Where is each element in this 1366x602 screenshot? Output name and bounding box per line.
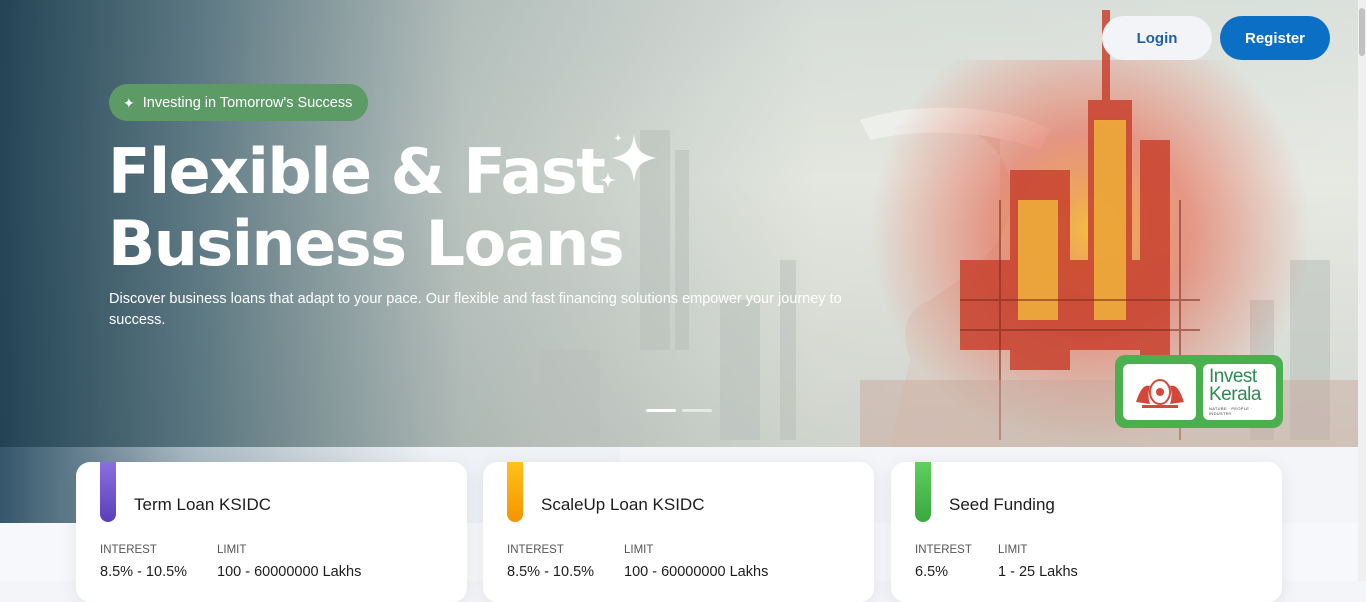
sparkle-icon: ✦ — [123, 94, 135, 111]
kerala-emblem-icon — [1135, 379, 1184, 408]
invest-kerala-logo: Invest Kerala NATURE · PEOPLE · INDUSTRY — [1203, 364, 1276, 420]
hero-subtext: Discover business loans that adapt to yo… — [109, 291, 842, 328]
card-title: Term Loan KSIDC — [134, 495, 271, 514]
limit-label: LIMIT — [624, 544, 654, 556]
interest-label: INTEREST — [100, 544, 157, 556]
card-accent-bar — [100, 462, 116, 522]
interest-value: 8.5% - 10.5% — [100, 564, 188, 580]
hero-headline: Flexible & Fast Business Loans — [108, 135, 625, 280]
card-title: ScaleUp Loan KSIDC — [541, 495, 705, 514]
login-button[interactable]: Login — [1102, 16, 1212, 60]
headline-line-2: Business Loans — [108, 207, 625, 280]
partner-logos: Invest Kerala NATURE · PEOPLE · INDUSTRY — [1115, 355, 1283, 428]
card-title: Seed Funding — [949, 495, 1055, 514]
badge-text: Investing in Tomorrow's Success — [142, 94, 353, 111]
hero-banner: Login Register ✦ Investing in Tomorrow's… — [0, 0, 1358, 447]
limit-label: LIMIT — [217, 544, 247, 556]
interest-label: INTEREST — [915, 544, 972, 556]
loan-card-seed-funding[interactable]: Seed Funding INTEREST 6.5% LIMIT 1 - 25 … — [891, 462, 1282, 602]
limit-value: 100 - 60000000 Lakhs — [217, 564, 362, 580]
hero-badge: ✦ Investing in Tomorrow's Success — [109, 84, 369, 121]
carousel-dot-1[interactable] — [646, 409, 676, 412]
stars-icon — [600, 134, 656, 188]
interest-value: 8.5% - 10.5% — [507, 564, 595, 580]
limit-value: 1 - 25 Lakhs — [998, 564, 1078, 580]
carousel-dot-2[interactable] — [682, 409, 712, 412]
kerala-emblem-logo — [1123, 364, 1196, 420]
loan-card-term-loan[interactable]: Term Loan KSIDC INTEREST 8.5% - 10.5% LI… — [76, 462, 467, 602]
register-button[interactable]: Register — [1220, 16, 1330, 60]
invest-kerala-line-2: Kerala — [1209, 384, 1261, 405]
vertical-scrollbar[interactable] — [1358, 0, 1366, 581]
card-accent-bar — [507, 462, 523, 522]
limit-label: LIMIT — [998, 544, 1028, 556]
scrollbar-thumb[interactable] — [1359, 8, 1365, 56]
headline-line-1: Flexible & Fast — [108, 135, 606, 208]
loan-card-scaleup-loan[interactable]: ScaleUp Loan KSIDC INTEREST 8.5% - 10.5%… — [483, 462, 874, 602]
interest-value: 6.5% — [915, 564, 949, 580]
card-accent-bar — [915, 462, 931, 522]
limit-value: 100 - 60000000 Lakhs — [624, 564, 769, 580]
carousel-indicators — [646, 409, 712, 412]
invest-kerala-tagline: NATURE · PEOPLE · INDUSTRY — [1209, 406, 1253, 416]
interest-label: INTEREST — [507, 544, 564, 556]
